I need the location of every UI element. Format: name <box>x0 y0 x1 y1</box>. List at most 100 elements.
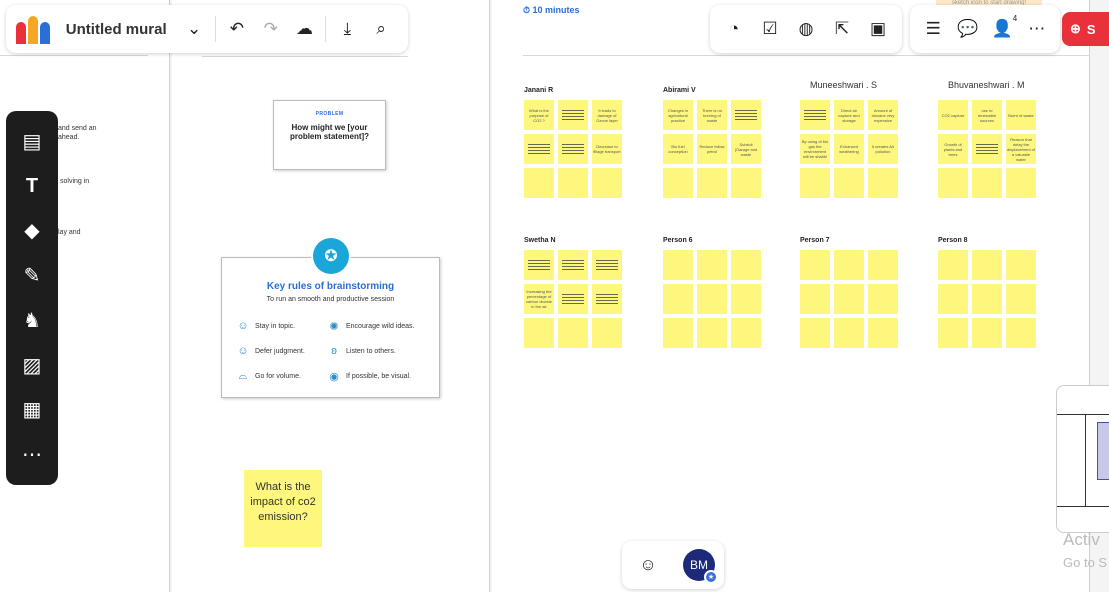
sticky-note[interactable] <box>558 100 588 130</box>
brainstorm-rules-card[interactable]: Key rules of brainstorming To run an smo… <box>221 257 440 398</box>
share-button[interactable]: ⊕ S <box>1062 12 1109 46</box>
search-icon[interactable]: ⌕ <box>364 12 398 46</box>
toolbox-icon[interactable]: ▣ <box>861 12 895 46</box>
sticky-note[interactable] <box>524 134 554 164</box>
sticky-note[interactable]: It creates Air pollution <box>868 134 898 164</box>
minimap-viewport[interactable] <box>1097 422 1109 480</box>
sticky-note[interactable] <box>592 168 622 198</box>
undo-icon[interactable]: ↶ <box>220 12 254 46</box>
smiley-icon[interactable]: ☺ <box>631 548 665 582</box>
comment-icon[interactable]: 💬 <box>951 12 985 46</box>
person-name[interactable]: Janani R <box>524 87 553 94</box>
sticky-note[interactable]: Burnt of waste <box>1006 100 1036 130</box>
sticky-note[interactable]: It leads to damage of Ozone layer <box>592 100 622 130</box>
sticky-note-icon[interactable]: ▤ <box>17 126 47 156</box>
shapes-icon[interactable]: ◆ <box>17 216 47 246</box>
draw-icon[interactable]: ✎ <box>17 261 47 291</box>
problem-card[interactable]: PROBLEM How might we [your problem state… <box>273 100 386 170</box>
sticky-note[interactable] <box>868 250 898 280</box>
sticky-note[interactable] <box>731 284 761 314</box>
sticky-note[interactable] <box>938 318 968 348</box>
sticky-note[interactable]: Bio fuel conception <box>663 134 693 164</box>
sticky-note[interactable] <box>524 250 554 280</box>
sticky-note[interactable] <box>800 250 830 280</box>
sticky-note[interactable] <box>868 168 898 198</box>
sticky-note[interactable] <box>1006 168 1036 198</box>
sticky-note[interactable] <box>834 284 864 314</box>
sticky-note[interactable]: Reason that delay the displacement of a … <box>1006 134 1036 164</box>
person-name[interactable]: Person 6 <box>663 237 693 244</box>
sticky-note[interactable] <box>663 250 693 280</box>
sticky-note[interactable] <box>558 318 588 348</box>
sticky-note[interactable] <box>938 168 968 198</box>
mural-title[interactable]: Untitled mural <box>66 21 177 38</box>
sticky-note[interactable] <box>731 100 761 130</box>
sticky-note[interactable]: Changes in agricultural practice <box>663 100 693 130</box>
chevron-down-icon[interactable]: ⌄ <box>177 12 211 46</box>
sticky-note[interactable] <box>938 250 968 280</box>
person-name[interactable]: Person 7 <box>800 237 830 244</box>
person-name[interactable]: Abirami V <box>663 87 696 94</box>
avatar[interactable]: BM ★ <box>683 549 718 584</box>
sticky-note[interactable]: Growth of plants and trees <box>938 134 968 164</box>
person-name[interactable]: Person 8 <box>938 237 968 244</box>
more-icon[interactable]: ⋯ <box>17 440 47 470</box>
sticky-note[interactable] <box>524 318 554 348</box>
timer-icon[interactable]: ◔ <box>717 12 751 46</box>
sticky-note[interactable]: There is no burning of waste <box>697 100 727 130</box>
mural-logo-icon[interactable] <box>16 14 52 44</box>
sticky-note[interactable]: Decrease to fillage transport <box>592 134 622 164</box>
sticky-note[interactable] <box>697 250 727 280</box>
sticky-note[interactable]: What is the impact of co2 emission? <box>244 470 322 547</box>
sticky-note[interactable] <box>663 168 693 198</box>
sticky-note[interactable] <box>663 284 693 314</box>
sticky-note[interactable]: Subsidi (Garage and waste <box>731 134 761 164</box>
llama-icon[interactable]: ♞ <box>17 305 47 335</box>
sticky-note[interactable] <box>697 318 727 348</box>
sticky-note[interactable] <box>800 100 830 130</box>
sticky-note[interactable] <box>800 168 830 198</box>
checkbox-icon[interactable]: ☑ <box>753 12 787 46</box>
sticky-note[interactable] <box>834 250 864 280</box>
sticky-note[interactable] <box>1006 284 1036 314</box>
sticky-note[interactable] <box>800 318 830 348</box>
sticky-note[interactable] <box>592 318 622 348</box>
sticky-note[interactable] <box>800 284 830 314</box>
person-name[interactable]: Muneeshwari . S <box>810 80 877 90</box>
text-icon[interactable]: T <box>17 171 47 201</box>
sticky-note[interactable] <box>592 250 622 280</box>
sticky-note[interactable] <box>697 284 727 314</box>
sticky-note[interactable] <box>834 318 864 348</box>
sticky-note[interactable]: By using of bio gas the environment will… <box>800 134 830 164</box>
outline-icon[interactable]: ☰ <box>916 12 950 46</box>
sticky-note[interactable] <box>868 284 898 314</box>
sticky-note[interactable]: Reduce follow petrol <box>697 134 727 164</box>
sticky-note[interactable] <box>697 168 727 198</box>
sticky-note[interactable] <box>731 168 761 198</box>
sticky-note[interactable]: Enhanced weathering <box>834 134 864 164</box>
private-mode-icon[interactable]: ◍ <box>789 12 823 46</box>
sticky-note[interactable] <box>972 250 1002 280</box>
sticky-note[interactable] <box>558 134 588 164</box>
sticky-note[interactable] <box>972 134 1002 164</box>
sticky-note[interactable] <box>558 284 588 314</box>
sticky-note[interactable] <box>558 250 588 280</box>
image-icon[interactable]: ▨ <box>17 350 47 380</box>
redo-icon[interactable]: ↷ <box>254 12 288 46</box>
sticky-note[interactable] <box>1006 318 1036 348</box>
sticky-note[interactable] <box>868 318 898 348</box>
download-icon[interactable]: ⤓ <box>330 12 364 46</box>
select-icon[interactable]: ⇱ <box>825 12 859 46</box>
sticky-note[interactable]: What is the purpose of CO2 ? <box>524 100 554 130</box>
sticky-note[interactable] <box>972 168 1002 198</box>
templates-icon[interactable]: ▦ <box>17 395 47 425</box>
more-icon[interactable]: ⋯ <box>1020 12 1054 46</box>
person-name[interactable]: Swetha N <box>524 237 556 244</box>
sticky-note[interactable] <box>524 168 554 198</box>
sticky-note[interactable] <box>834 168 864 198</box>
sticky-note[interactable] <box>731 318 761 348</box>
members-icon[interactable]: 👤 4 <box>985 12 1019 46</box>
person-name[interactable]: Bhuvaneshwari . M <box>948 80 1025 90</box>
sticky-note[interactable] <box>972 318 1002 348</box>
sticky-note[interactable] <box>592 284 622 314</box>
